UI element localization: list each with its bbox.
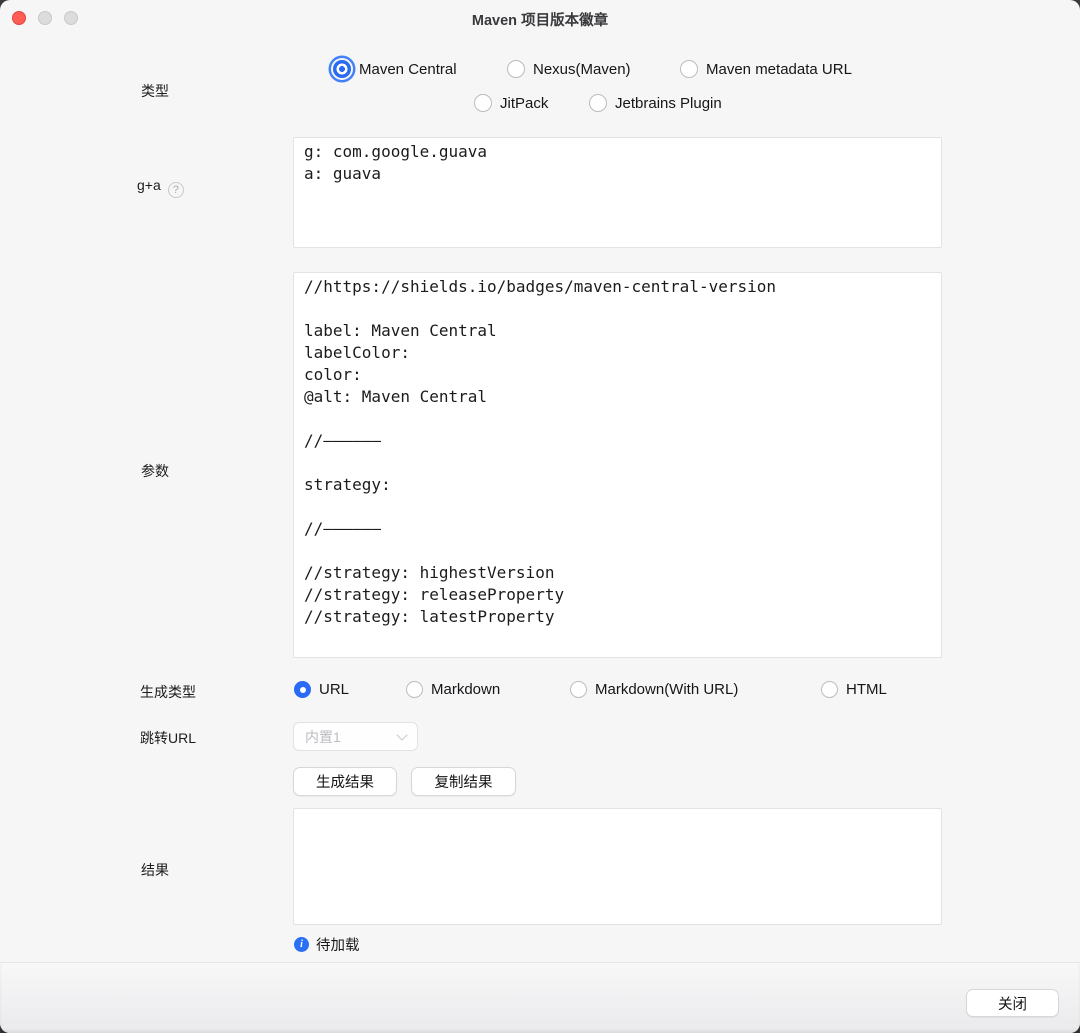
radio-markdown-with-url[interactable]: Markdown(With URL): [570, 680, 738, 698]
ga-input[interactable]: g: com.google.guava a: guava: [293, 137, 942, 248]
radio-unselected-icon: [680, 60, 698, 78]
params-label: 参数: [141, 463, 169, 479]
radio-url[interactable]: URL: [294, 680, 349, 698]
radio-label: URL: [319, 680, 350, 698]
close-button[interactable]: 关闭: [966, 989, 1059, 1017]
gen-type-label: 生成类型: [140, 684, 196, 700]
dialog-footer: [0, 962, 1080, 1033]
jump-url-label: 跳转URL: [140, 730, 197, 746]
chevron-down-icon: [396, 728, 408, 741]
ga-label-text: g+a: [137, 177, 161, 193]
radio-unselected-icon: [474, 94, 492, 112]
radio-maven-central[interactable]: Maven Central: [333, 60, 457, 78]
radio-unselected-icon: [406, 680, 423, 698]
jump-url-selected-value: 内置1: [305, 728, 341, 745]
radio-jetbrains-plugin[interactable]: Jetbrains Plugin: [589, 94, 722, 112]
result-label: 结果: [141, 862, 169, 878]
radio-label: Markdown(With URL): [595, 680, 739, 698]
params-input[interactable]: //https://shields.io/badges/maven-centra…: [293, 272, 942, 658]
status-text: 待加载: [316, 938, 360, 954]
status-row: i 待加载: [294, 934, 360, 955]
help-icon[interactable]: ?: [167, 182, 184, 198]
radio-html[interactable]: HTML: [821, 680, 887, 698]
radio-markdown[interactable]: Markdown: [406, 680, 500, 698]
radio-unselected-icon: [589, 94, 607, 112]
result-output[interactable]: [293, 808, 942, 925]
ga-label: g+a?: [137, 177, 184, 198]
radio-label: Maven Central: [359, 60, 457, 78]
info-icon: i: [294, 937, 309, 952]
radio-nexus-maven[interactable]: Nexus(Maven): [507, 60, 631, 78]
radio-maven-metadata-url[interactable]: Maven metadata URL: [680, 60, 852, 78]
radio-label: Maven metadata URL: [706, 60, 852, 78]
radio-selected-icon: [333, 60, 351, 78]
radio-unselected-icon: [507, 60, 525, 78]
radio-label: Nexus(Maven): [533, 60, 631, 78]
jump-url-select[interactable]: 内置1: [293, 722, 418, 751]
window-title: Maven 项目版本徽章: [471, 13, 609, 29]
maven-badge-dialog: Maven 项目版本徽章 类型 Maven Central Nexus(Mave…: [0, 0, 1080, 1033]
radio-selected-icon: [294, 680, 311, 698]
radio-jitpack[interactable]: JitPack: [474, 94, 548, 112]
radio-label: Jetbrains Plugin: [615, 94, 722, 112]
radio-label: JitPack: [500, 94, 549, 112]
radio-unselected-icon: [821, 680, 838, 698]
radio-label: HTML: [846, 680, 887, 698]
titlebar: Maven 项目版本徽章: [0, 0, 1080, 36]
generate-result-button[interactable]: 生成结果: [293, 767, 397, 796]
radio-label: Markdown: [431, 680, 501, 698]
type-label: 类型: [141, 83, 169, 99]
radio-unselected-icon: [570, 680, 587, 698]
copy-result-button[interactable]: 复制结果: [411, 767, 516, 796]
